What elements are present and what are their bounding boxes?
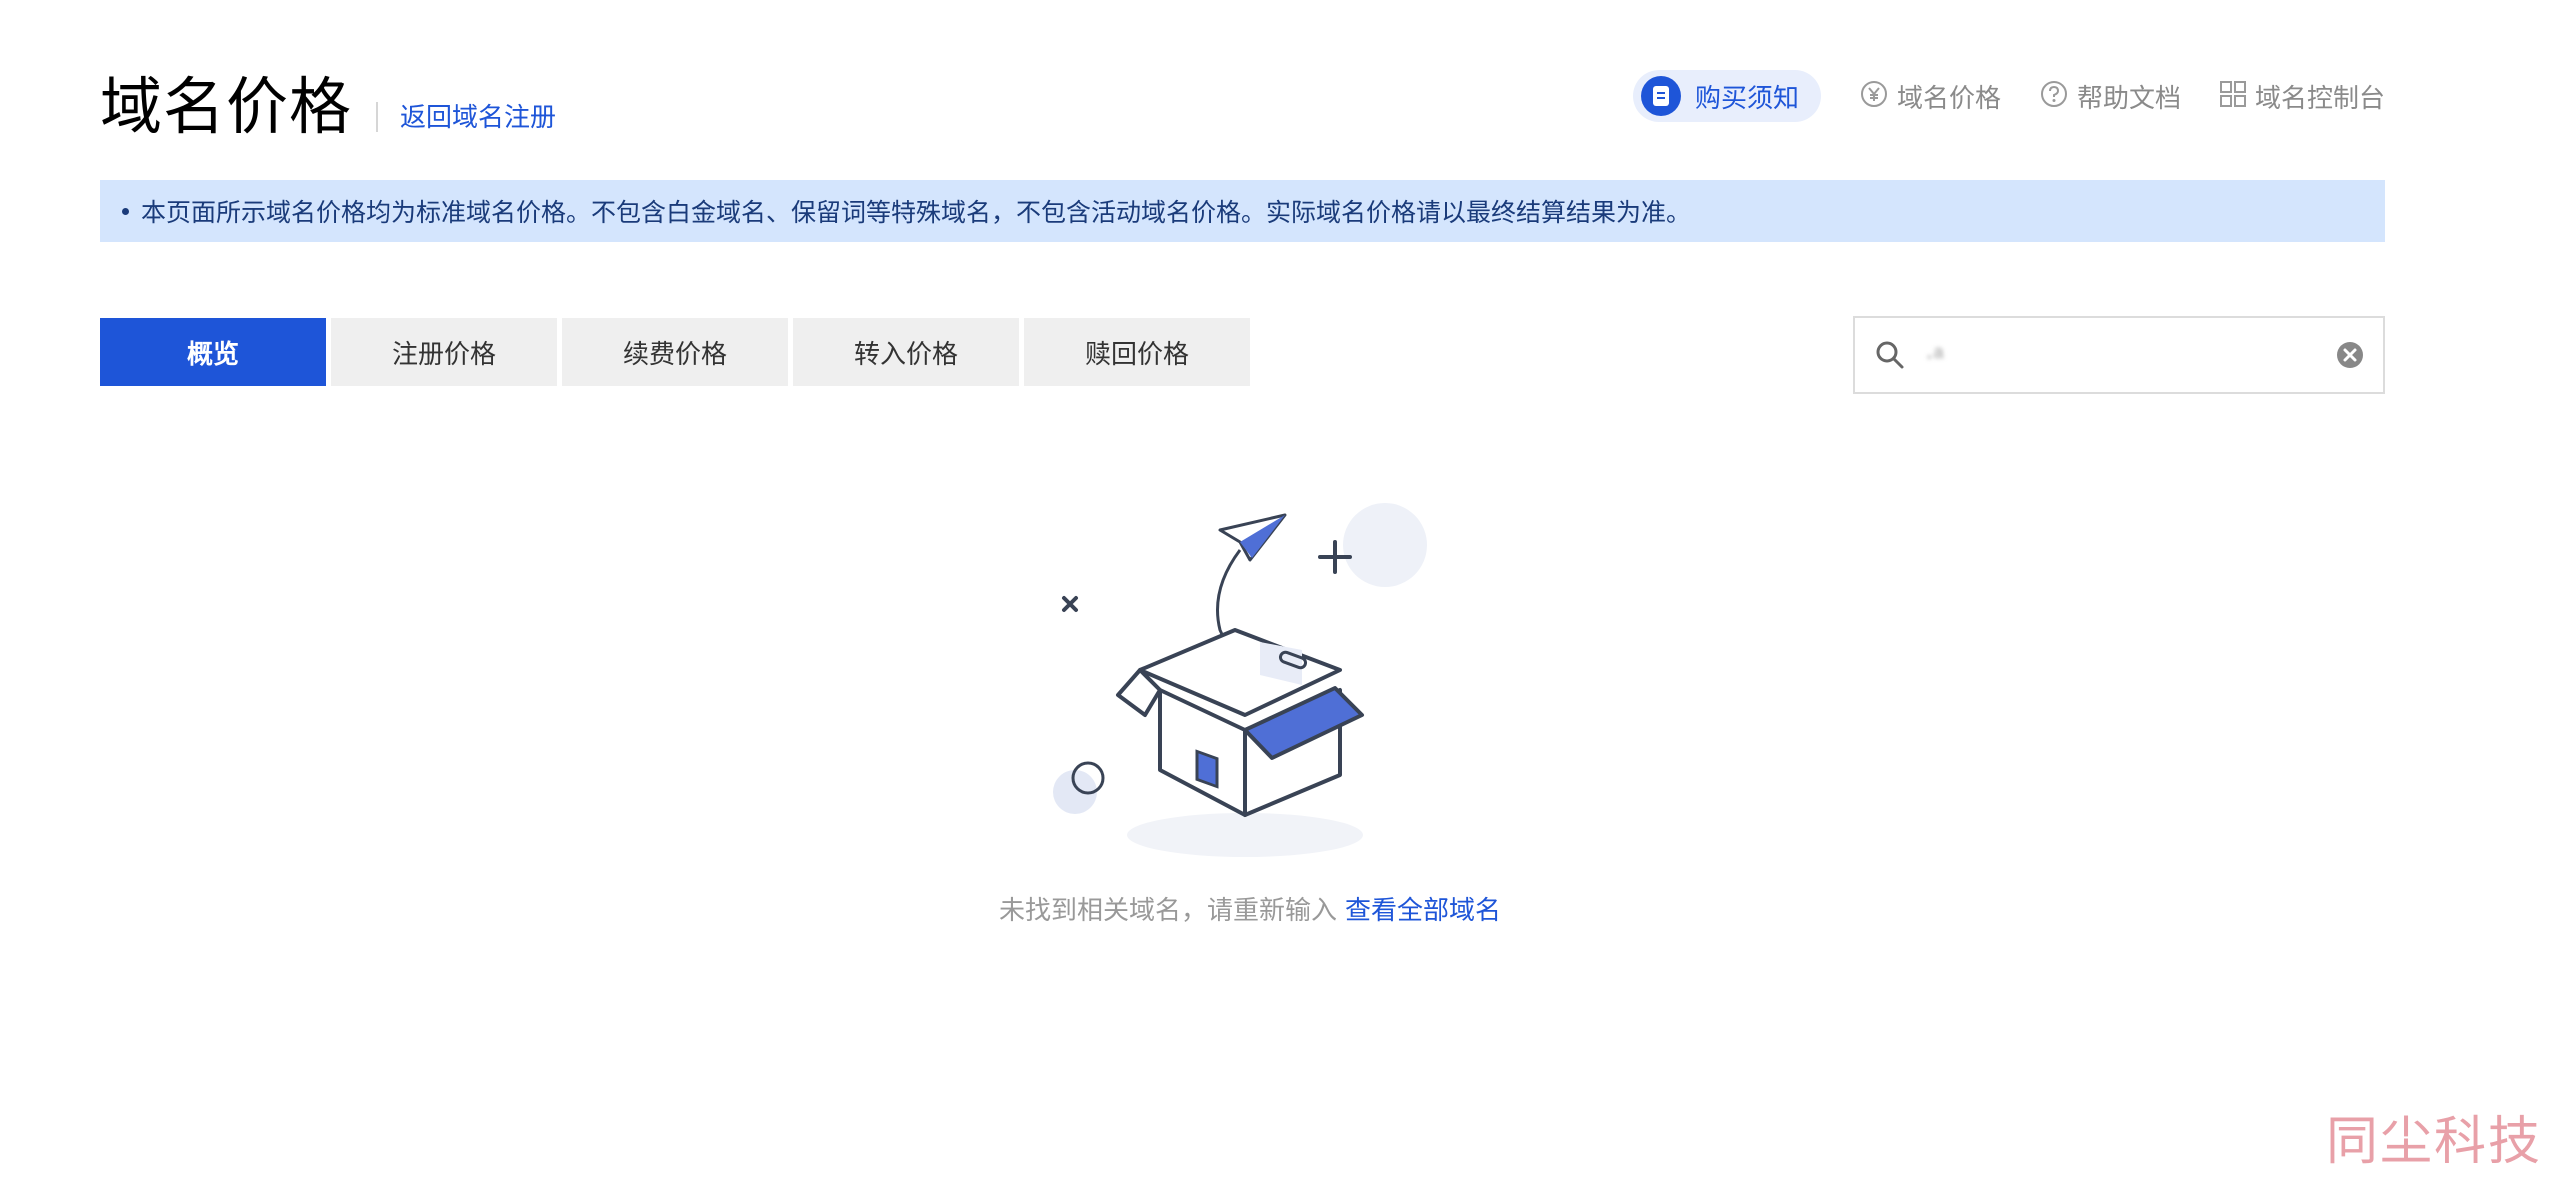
domain-console-link[interactable]: 域名控制台	[2219, 78, 2385, 115]
purchase-notice-label: 购买须知	[1694, 83, 1799, 114]
page-title: 域名价格	[100, 70, 353, 143]
tab-transfer-price[interactable]: 转入价格	[793, 318, 1019, 386]
search-icon[interactable]	[1873, 338, 1907, 372]
clear-icon[interactable]	[2335, 340, 2365, 370]
watermark-text: 同尘科技	[2325, 1112, 2542, 1172]
question-icon	[2039, 79, 2069, 113]
back-to-register-link[interactable]: 返回域名注册	[400, 97, 556, 134]
empty-state-text: 未找到相关域名，请重新输入 查看全部域名	[0, 890, 2500, 927]
grid-icon	[2219, 80, 2247, 112]
tab-overview[interactable]: 概览	[100, 318, 326, 386]
purchase-notice-button[interactable]: 购买须知	[1632, 70, 1821, 122]
bullet-dot	[122, 207, 129, 215]
tab-register-price[interactable]: 注册价格	[331, 318, 557, 386]
domain-price-link[interactable]: 域名价格	[1859, 78, 2001, 115]
title-divider	[376, 102, 379, 132]
price-notice-text: 本页面所示域名价格均为标准域名价格。不包含白金域名、保留词等特殊域名，不包含活动…	[141, 198, 1692, 227]
help-docs-link[interactable]: 帮助文档	[2039, 78, 2181, 115]
page-header: 域名价格 返回域名注册	[100, 58, 556, 138]
domain-search-box	[1853, 316, 2385, 394]
document-icon	[1640, 76, 1681, 116]
help-docs-label: 帮助文档	[2076, 83, 2181, 114]
price-tabs: 概览 注册价格 续费价格 转入价格 赎回价格	[100, 318, 1255, 386]
tab-renew-price[interactable]: 续费价格	[562, 318, 788, 386]
domain-price-page: 域名价格 返回域名注册 购买须知 域名价格 帮助文档 域名控制台 本页面所示域名…	[0, 0, 2560, 1182]
empty-box-illustration	[1040, 500, 1440, 870]
domain-console-label: 域名控制台	[2254, 83, 2385, 114]
tab-redeem-price[interactable]: 赎回价格	[1024, 318, 1250, 386]
top-links: 购买须知 域名价格 帮助文档 域名控制台	[1632, 70, 2385, 122]
empty-message: 未找到相关域名，请重新输入	[998, 896, 1337, 926]
search-input[interactable]	[1925, 339, 2335, 371]
domain-price-label: 域名价格	[1896, 83, 2001, 114]
view-all-domains-link[interactable]: 查看全部域名	[1345, 896, 1501, 926]
price-notice-bar: 本页面所示域名价格均为标准域名价格。不包含白金域名、保留词等特殊域名，不包含活动…	[100, 180, 2385, 242]
yen-icon	[1859, 79, 1889, 113]
